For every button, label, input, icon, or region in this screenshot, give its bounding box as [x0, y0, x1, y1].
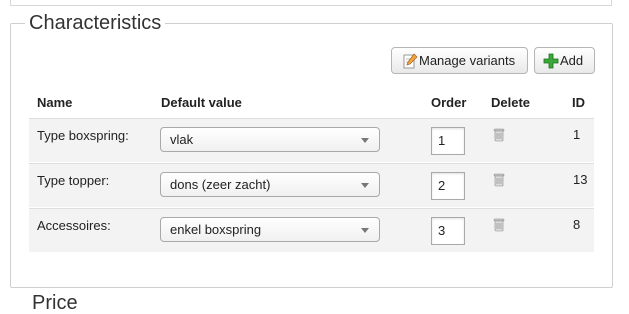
table-row: Type boxspring: vlak 1 1 — [29, 118, 594, 162]
order-input[interactable]: 1 — [431, 127, 465, 155]
order-input[interactable]: 2 — [431, 172, 465, 200]
select-value: vlak — [170, 132, 194, 147]
select-value: dons (zeer zacht) — [170, 177, 271, 192]
default-value-select[interactable]: vlak — [160, 127, 380, 152]
order-input[interactable]: 3 — [431, 217, 465, 245]
table-row: Accessoires: enkel boxspring 3 8 — [29, 208, 594, 252]
trash-icon[interactable] — [493, 172, 505, 187]
green-plus-icon — [543, 53, 559, 68]
header-id: ID — [572, 95, 585, 110]
add-label: Add — [560, 53, 584, 68]
manage-variants-label: Manage variants — [419, 53, 516, 68]
add-button[interactable]: Add — [534, 47, 595, 74]
row-name: Type boxspring: — [37, 128, 129, 143]
section-title: Characteristics — [29, 12, 162, 34]
chevron-down-icon — [361, 228, 369, 233]
row-name: Type topper: — [37, 173, 110, 188]
manage-variants-button[interactable]: Manage variants — [391, 47, 528, 74]
next-section-title: Price — [32, 292, 78, 314]
row-id: 1 — [573, 127, 581, 142]
row-id: 8 — [573, 217, 581, 232]
default-value-select[interactable]: enkel boxspring — [160, 217, 380, 242]
chevron-down-icon — [361, 183, 369, 188]
header-delete: Delete — [491, 95, 531, 110]
trash-icon[interactable] — [493, 127, 505, 142]
trash-icon[interactable] — [493, 217, 505, 232]
table-row: Type topper: dons (zeer zacht) 2 13 — [29, 163, 594, 207]
chevron-down-icon — [361, 138, 369, 143]
previous-section-frame — [10, 0, 612, 6]
header-name: Name — [37, 95, 73, 110]
header-default-value: Default value — [161, 95, 242, 110]
row-id: 13 — [573, 172, 588, 187]
pencil-paper-icon — [403, 52, 418, 68]
default-value-select[interactable]: dons (zeer zacht) — [160, 172, 380, 197]
header-order: Order — [431, 95, 467, 110]
select-value: enkel boxspring — [170, 222, 262, 237]
row-name: Accessoires: — [37, 218, 111, 233]
